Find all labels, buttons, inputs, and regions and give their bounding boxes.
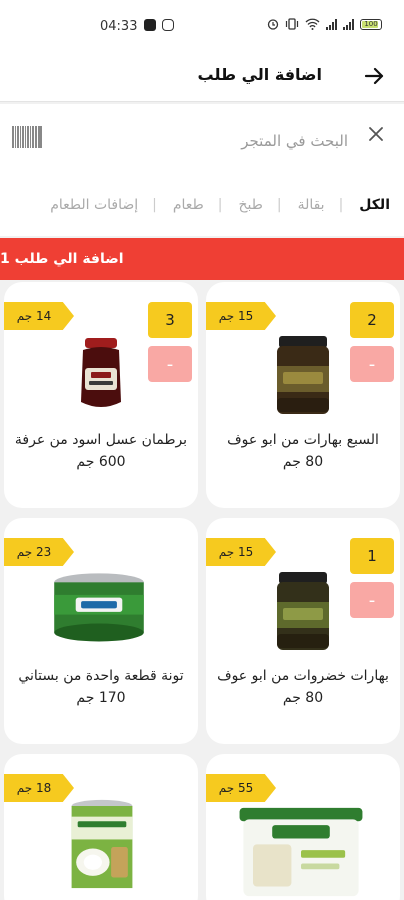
price-tag: 14 جم <box>4 302 74 330</box>
price-tag: 15 جم <box>206 538 276 566</box>
tab-label: طبخ <box>238 197 263 213</box>
status-system-icons: 100 <box>267 18 382 30</box>
price-tag: 23 جم <box>4 538 74 566</box>
tab-food-additions[interactable]: إضافات الطعام | <box>50 197 157 213</box>
app-header: اضافة الي طلب <box>0 52 404 102</box>
spice-jar-image <box>277 336 329 414</box>
tab-divider: | <box>217 197 223 213</box>
tab-all[interactable]: الكل <box>359 197 390 213</box>
notification-app-icon <box>144 19 156 31</box>
tab-label: بقالة <box>297 197 325 213</box>
decrease-quantity-button[interactable]: - <box>350 346 394 382</box>
product-card[interactable]: 14 جم 3 - برطمان عسل اسود من عرفة 600 جم <box>4 282 198 508</box>
tab-label: إضافات الطعام <box>50 197 139 213</box>
back-button[interactable] <box>360 62 388 90</box>
battery-icon: 100 <box>360 18 382 30</box>
arrow-right-icon <box>364 67 384 85</box>
search-input[interactable] <box>60 126 348 156</box>
close-icon <box>369 127 383 141</box>
tab-divider: | <box>152 197 157 213</box>
spice-jar-image <box>277 572 329 650</box>
product-name: بهارات خضروات من ابو عوف 80 جم <box>217 668 389 706</box>
price-tag: 55 جم <box>206 774 276 802</box>
tab-divider: | <box>338 197 344 213</box>
category-tabs: الكل بقالة | طبخ | طعام | إضافات الطعام | <box>0 188 404 222</box>
add-to-order-banner[interactable]: اضافة الي طلب 1 <box>0 238 404 280</box>
product-card[interactable]: 15 جم 1 - بهارات خضروات من ابو عوف 80 جم <box>206 518 400 744</box>
signal-icon <box>343 18 354 30</box>
product-card[interactable]: 23 جم تونة قطعة واحدة من بستاني 170 جم <box>4 518 198 744</box>
tab-label: الكل <box>359 197 390 213</box>
product-card[interactable]: 18 جم <box>4 754 198 900</box>
wifi-icon <box>305 18 320 30</box>
instagram-icon <box>162 19 174 31</box>
banner-text: اضافة الي طلب 1 <box>0 251 124 267</box>
product-name: تونة قطعة واحدة من بستاني 170 جم <box>18 668 184 706</box>
decrease-quantity-button[interactable]: - <box>350 582 394 618</box>
cheese-tub-image <box>239 807 363 897</box>
status-bar: 04:33 100 <box>0 0 404 52</box>
status-time: 04:33 <box>100 19 138 34</box>
product-name: برطمان عسل اسود من عرفة 600 جم <box>14 432 188 470</box>
price-tag: 15 جم <box>206 302 276 330</box>
status-app-icons <box>144 19 174 31</box>
battery-level: 100 <box>364 19 378 28</box>
coconut-milk-can-image <box>71 799 133 889</box>
page-title: اضافة الي طلب <box>197 65 323 84</box>
tab-grocery[interactable]: بقالة | <box>298 197 344 213</box>
decrease-quantity-button[interactable]: - <box>148 346 192 382</box>
molasses-jar-image <box>81 338 121 407</box>
signal-icon <box>326 18 337 30</box>
quantity-badge: 1 <box>350 538 394 574</box>
product-card[interactable]: 15 جم 2 - السبع بهارات من ابو عوف 80 جم <box>206 282 400 508</box>
alarm-icon <box>267 19 279 30</box>
tuna-can-image <box>54 573 144 642</box>
search-area: الكل بقالة | طبخ | طعام | إضافات الطعام | <box>0 104 404 236</box>
vibrate-icon <box>285 18 299 30</box>
quantity-badge: 2 <box>350 302 394 338</box>
clear-search-button[interactable] <box>366 124 386 144</box>
tab-label: طعام <box>172 197 204 213</box>
quantity-badge: 3 <box>148 302 192 338</box>
barcode-icon[interactable] <box>12 126 43 148</box>
tab-cooking[interactable]: طبخ | <box>238 197 281 213</box>
product-card[interactable]: 55 جم <box>206 754 400 900</box>
product-grid: 15 جم 2 - السبع بهارات من ابو عوف 80 جم … <box>0 282 404 900</box>
product-name: السبع بهارات من ابو عوف 80 جم <box>227 432 379 470</box>
tab-divider: | <box>276 197 282 213</box>
tab-food[interactable]: طعام | <box>173 197 223 213</box>
